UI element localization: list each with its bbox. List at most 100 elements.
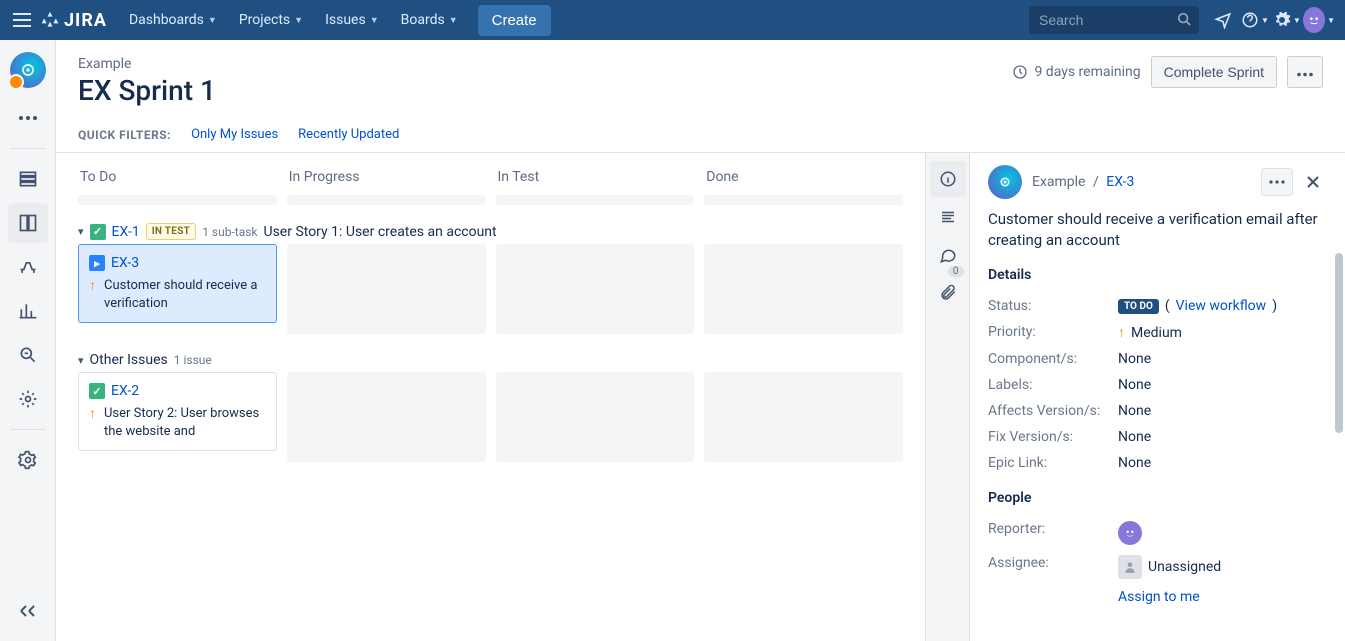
sprint-title: EX Sprint 1 — [78, 74, 216, 107]
story-icon: ✓ — [90, 224, 106, 240]
settings-icon[interactable]: ▼ — [1271, 4, 1303, 36]
swimlane-header[interactable]: ▾ ✓ EX-1 IN TEST 1 sub-task User Story 1… — [78, 219, 903, 244]
chevron-down-icon: ▼ — [449, 15, 458, 26]
subtask-icon: ▸ — [89, 255, 105, 271]
project-avatar[interactable] — [10, 52, 46, 88]
crumb-issue-key[interactable]: EX-3 — [1106, 174, 1134, 190]
scrollbar[interactable] — [1335, 253, 1343, 433]
story-icon: ✓ — [89, 383, 105, 399]
releases-icon[interactable] — [8, 247, 48, 287]
issue-card-ex2[interactable]: ✓ EX-2 ↑ User Story 2: User browses the … — [78, 372, 277, 451]
column-done[interactable] — [704, 372, 903, 462]
column-todo[interactable]: ✓ EX-2 ↑ User Story 2: User browses the … — [78, 372, 277, 462]
details-heading: Details — [988, 267, 1327, 283]
logo-text: JIRA — [64, 10, 107, 31]
details-tab-icon[interactable] — [930, 161, 966, 197]
chevron-down-icon: ▼ — [1327, 16, 1335, 25]
reports-icon[interactable] — [8, 291, 48, 331]
project-breadcrumb[interactable]: Example — [78, 56, 216, 72]
field-reporter-label: Reporter: — [988, 521, 1118, 545]
time-remaining: 9 days remaining — [1012, 64, 1140, 80]
chevron-down-icon: ▼ — [208, 15, 217, 26]
board-icon[interactable] — [8, 203, 48, 243]
panel-more-button[interactable] — [1261, 168, 1293, 196]
nav-projects[interactable]: Projects▼ — [229, 6, 313, 34]
field-priority-label: Priority: — [988, 324, 1118, 341]
help-icon[interactable]: ▼ — [1239, 4, 1271, 36]
priority-medium-icon: ↑ — [89, 277, 96, 294]
collapse-icon[interactable] — [8, 591, 48, 631]
chevron-down-icon: ▼ — [294, 15, 303, 26]
separator — [10, 148, 46, 149]
search-wrap — [1029, 6, 1199, 34]
column-intest[interactable] — [496, 372, 695, 462]
field-assignee-label: Assignee: — [988, 555, 1118, 579]
nav-issues[interactable]: Issues▼ — [315, 6, 389, 34]
attachments-tab-icon[interactable] — [930, 275, 966, 311]
issues-icon[interactable] — [8, 335, 48, 375]
nav-boards[interactable]: Boards▼ — [391, 6, 468, 34]
comments-tab-icon[interactable]: 0 — [930, 237, 966, 273]
column-done[interactable] — [704, 244, 903, 334]
column-inprogress[interactable] — [287, 372, 486, 462]
create-button[interactable]: Create — [478, 5, 551, 36]
nav-dashboards[interactable]: Dashboards▼ — [119, 6, 227, 34]
field-status-label: Status: — [988, 298, 1118, 314]
column-header-done: Done — [704, 165, 903, 189]
column-inprogress[interactable] — [287, 244, 486, 334]
field-epic-label: Epic Link: — [988, 455, 1118, 471]
reporter-avatar[interactable] — [1118, 521, 1142, 545]
issue-card-ex3[interactable]: ▸ EX-3 ↑ Customer should receive a verif… — [78, 244, 277, 323]
backlog-icon[interactable] — [8, 159, 48, 199]
project-settings-icon[interactable] — [8, 440, 48, 480]
swimlane-ex1: ▾ ✓ EX-1 IN TEST 1 sub-task User Story 1… — [78, 219, 903, 334]
chevron-down-icon[interactable]: ▾ — [78, 225, 84, 238]
issue-key[interactable]: EX-1 — [112, 224, 140, 240]
board-header: Example EX Sprint 1 9 days remaining Com… — [56, 40, 1345, 153]
swimlane-header[interactable]: ▾ Other Issues 1 issue — [78, 348, 903, 372]
user-avatar[interactable]: ▼ — [1303, 4, 1335, 36]
status-lozenge: IN TEST — [146, 223, 196, 240]
search-input[interactable] — [1029, 6, 1199, 34]
field-epic-value: None — [1118, 455, 1327, 471]
feedback-icon[interactable] — [1207, 4, 1239, 36]
filter-recently-updated[interactable]: Recently Updated — [298, 127, 399, 142]
field-priority-value: Medium — [1131, 325, 1182, 341]
card-summary: User Story 2: User browses the website a… — [104, 405, 266, 440]
priority-medium-icon: ↑ — [89, 405, 96, 422]
menu-icon[interactable] — [10, 8, 34, 32]
main-area: Example EX Sprint 1 9 days remaining Com… — [56, 40, 1345, 641]
quick-filters: QUICK FILTERS: Only My Issues Recently U… — [78, 127, 1323, 142]
issue-key[interactable]: EX-2 — [111, 383, 139, 399]
chevron-down-icon[interactable]: ▾ — [78, 354, 84, 367]
top-nav: JIRA Dashboards▼ Projects▼ Issues▼ Board… — [0, 0, 1345, 40]
components-icon[interactable] — [8, 379, 48, 419]
more-icon[interactable] — [8, 98, 48, 138]
description-tab-icon[interactable] — [930, 199, 966, 235]
field-fix-value: None — [1118, 429, 1327, 445]
column-todo[interactable]: ▸ EX-3 ↑ Customer should receive a verif… — [78, 244, 277, 334]
status-badge: TO DO — [1118, 299, 1159, 314]
filter-only-my-issues[interactable]: Only My Issues — [191, 127, 278, 142]
close-icon[interactable] — [1299, 168, 1327, 196]
field-assignee-value: Unassigned — [1148, 559, 1221, 575]
swimlane-other: ▾ Other Issues 1 issue ✓ EX-2 — [78, 348, 903, 462]
swimlane-summary: User Story 1: User creates an account — [264, 224, 497, 240]
assign-to-me-link[interactable]: Assign to me — [1118, 589, 1200, 605]
board-more-button[interactable] — [1287, 56, 1323, 88]
complete-sprint-button[interactable]: Complete Sprint — [1151, 56, 1277, 88]
panel-body: Example / EX-3 Customer should receive a… — [970, 153, 1345, 641]
unassigned-avatar — [1118, 555, 1142, 579]
jira-logo[interactable]: JIRA — [40, 10, 107, 31]
separator — [10, 429, 46, 430]
issue-key[interactable]: EX-3 — [111, 255, 139, 271]
chevron-down-icon: ▼ — [370, 15, 379, 26]
left-rail — [0, 40, 56, 641]
field-components-label: Component/s: — [988, 351, 1118, 367]
quick-filters-label: QUICK FILTERS: — [78, 128, 171, 142]
field-components-value: None — [1118, 351, 1327, 367]
crumb-project[interactable]: Example — [1032, 174, 1085, 190]
view-workflow-link[interactable]: View workflow — [1176, 298, 1267, 314]
column-intest[interactable] — [496, 244, 695, 334]
field-labels-value: None — [1118, 377, 1327, 393]
